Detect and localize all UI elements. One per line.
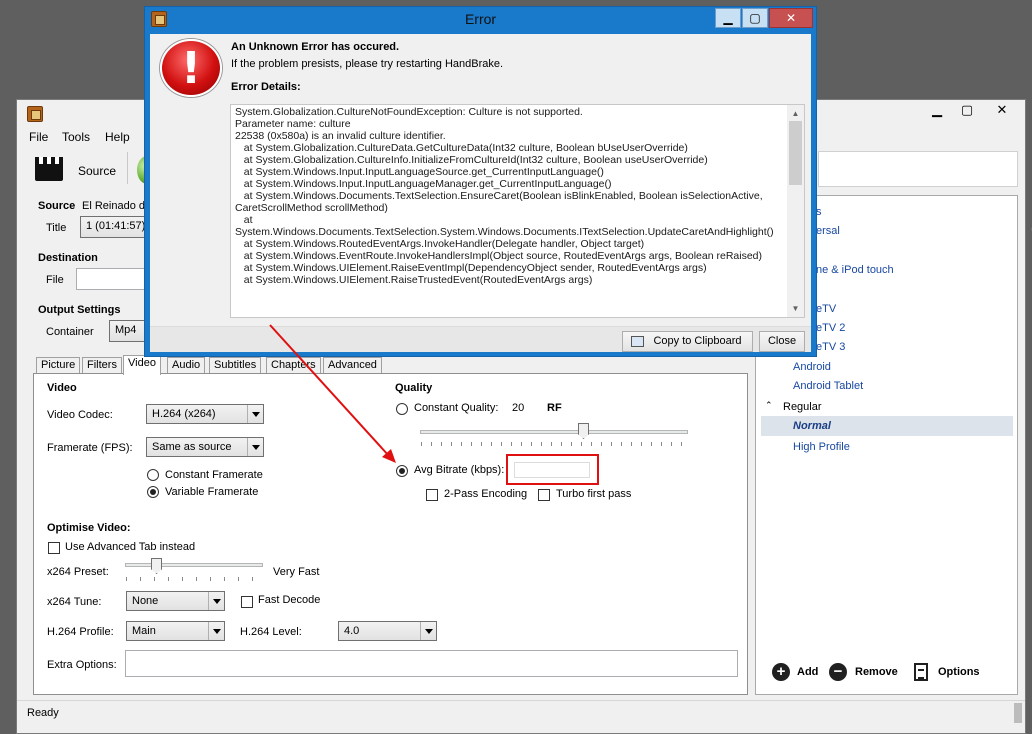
avg-bitrate-input[interactable] (514, 462, 590, 478)
annotation-arrow (269, 324, 396, 463)
annotation-arrow-line (269, 324, 390, 457)
